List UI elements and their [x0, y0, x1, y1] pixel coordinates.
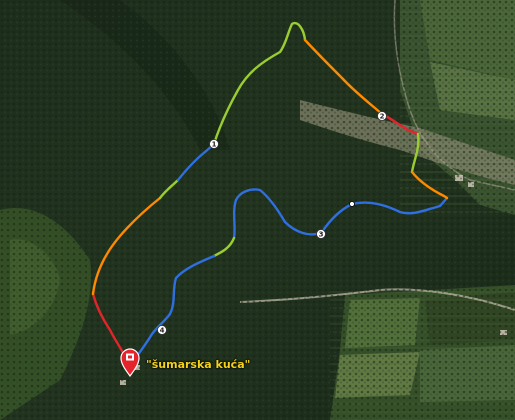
poi-label: "šumarska kuća" — [146, 358, 251, 371]
km-marker-1: 1 — [209, 139, 219, 149]
km-marker-label: 2 — [380, 113, 385, 121]
satellite-imagery: 1 2 3 4 — [0, 0, 515, 420]
km-marker-label: 1 — [212, 141, 217, 149]
km-marker-label: 3 — [319, 231, 324, 239]
km-marker-2: 2 — [377, 111, 387, 121]
map-view[interactable]: 1 2 3 4 "šumarska kuća" — [0, 0, 515, 420]
km-marker-label: 4 — [160, 327, 165, 335]
km-marker-4: 4 — [157, 325, 167, 335]
route-end-dot — [349, 201, 355, 207]
km-marker-3: 3 — [316, 229, 326, 239]
